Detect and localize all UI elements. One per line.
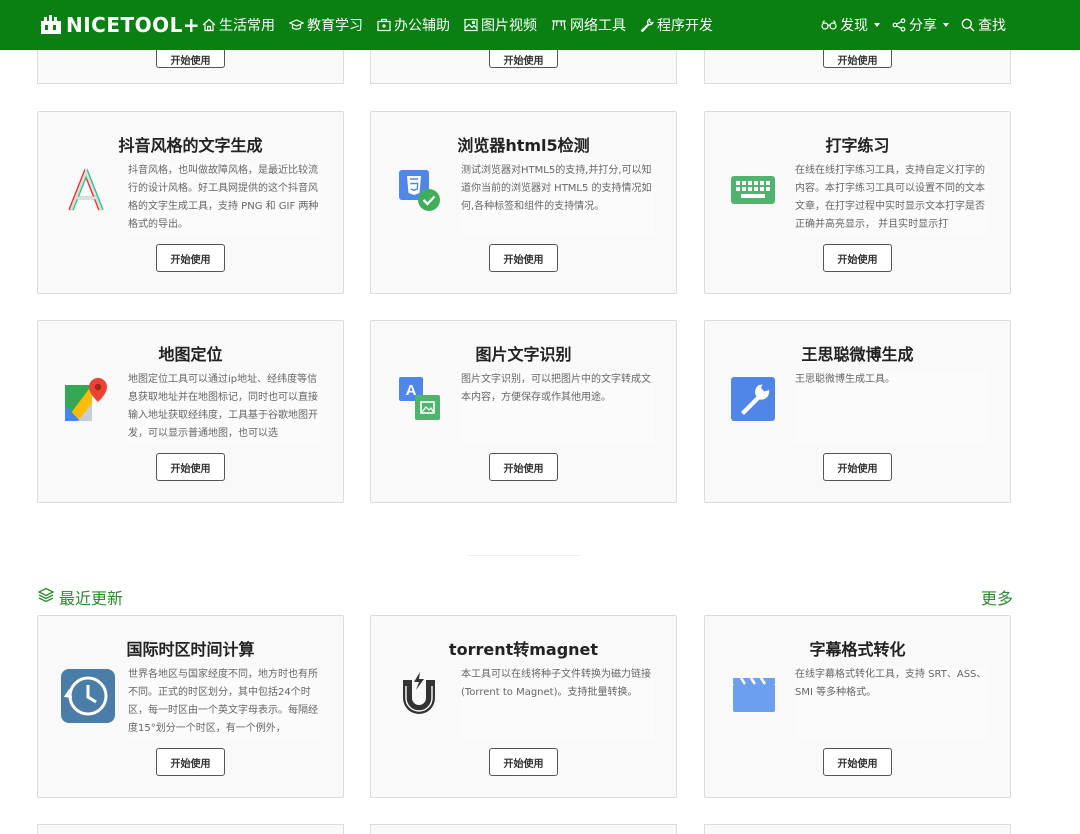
layers-icon	[37, 587, 55, 607]
card-description: 图片文字识别，可以把图片中的文字转成文本内容，方便保存或作其他用途。	[461, 371, 654, 443]
tool-card-partial	[704, 824, 1011, 834]
card-description: 王思聪微博生成工具。	[795, 371, 988, 443]
share-icon	[892, 18, 906, 32]
graduation-cap-icon	[289, 18, 304, 32]
card-description: 世界各地区与国家经度不同，地方时也有所不同。正式的时区划分，其中包括24个时区，…	[128, 666, 321, 738]
magnet-icon	[395, 670, 443, 718]
map-pin-icon	[62, 375, 110, 423]
card-description: 在线字幕格式转化工具，支持 SRT、ASS、SMI 等多种格式。	[795, 666, 988, 738]
card-title: 国际时区时间计算	[126, 640, 255, 659]
start-button[interactable]: 开始使用	[823, 48, 892, 68]
start-button[interactable]: 开始使用	[156, 244, 225, 272]
image-text-icon: A	[395, 375, 443, 423]
keyboard-icon	[729, 166, 777, 214]
nav-item-media[interactable]: 图片视频	[464, 15, 537, 35]
nav-search[interactable]: 查找	[961, 15, 1006, 35]
card-title: 图片文字识别	[475, 345, 572, 364]
main-nav: 生活常用 教育学习 办公辅助 图片视频 网络工具 程序开发	[202, 0, 713, 50]
glitch-letter-a-icon	[62, 166, 110, 214]
briefcase-icon	[377, 18, 391, 32]
card-title: 字幕格式转化	[809, 640, 906, 659]
tool-card-partial: 开始使用	[704, 48, 1011, 84]
nav-item-education[interactable]: 教育学习	[289, 15, 363, 35]
clock-icon	[60, 668, 116, 724]
tool-card-partial: 开始使用	[37, 48, 344, 84]
start-button[interactable]: 开始使用	[823, 453, 892, 481]
clapperboard-icon	[729, 670, 777, 718]
nav-item-office[interactable]: 办公辅助	[377, 15, 450, 35]
start-button[interactable]: 开始使用	[489, 244, 558, 272]
logo-icon	[40, 15, 62, 35]
svg-text:A: A	[406, 382, 417, 399]
start-button[interactable]: 开始使用	[489, 453, 558, 481]
tool-card-partial: 开始使用	[370, 48, 677, 84]
nav-item-life[interactable]: 生活常用	[202, 15, 275, 35]
caret-down-icon	[943, 23, 949, 27]
start-button[interactable]: 开始使用	[156, 748, 225, 776]
tool-card-torrent-magnet[interactable]: torrent转magnet 本工具可以在线将种子文件转换为磁力链接(Torre…	[370, 615, 677, 798]
nav-item-network[interactable]: 网络工具	[551, 15, 626, 35]
right-nav: 发现 分享 查找	[821, 0, 1006, 50]
section-divider	[469, 555, 579, 556]
nav-share-dropdown[interactable]: 分享	[892, 15, 949, 35]
network-icon	[551, 18, 567, 32]
html5-check-icon	[395, 166, 443, 214]
tool-card-timezone[interactable]: 国际时区时间计算 世界各地区与国家经度不同，地方时也有所不同。正式的时区划分，其…	[37, 615, 344, 798]
card-title: 浏览器html5检测	[457, 136, 590, 155]
tool-card-html5-check[interactable]: 浏览器html5检测 测试浏览器对HTML5的支持,并打分,可以知道你当前的浏览…	[370, 111, 677, 294]
tool-card-ocr[interactable]: 图片文字识别 A 图片文字识别，可以把图片中的文字转成文本内容，方便保存或作其他…	[370, 320, 677, 503]
start-button[interactable]: 开始使用	[489, 48, 558, 68]
nav-item-dev[interactable]: 程序开发	[640, 15, 713, 35]
start-button[interactable]: 开始使用	[489, 748, 558, 776]
card-description: 测试浏览器对HTML5的支持,并打分,可以知道你当前的浏览器对 HTML5 的支…	[461, 162, 654, 234]
card-description: 本工具可以在线将种子文件转换为磁力链接(Torrent to Magnet)。支…	[461, 666, 654, 738]
card-description: 抖音风格，也叫做故障风格，是最近比较流行的设计风格。好工具网提供的这个抖音风格的…	[128, 162, 321, 234]
card-title: 地图定位	[158, 345, 223, 364]
caret-down-icon	[874, 23, 880, 27]
start-button[interactable]: 开始使用	[156, 48, 225, 68]
wrench-icon	[729, 375, 777, 423]
brand-logo[interactable]: NICETOOL+	[40, 0, 200, 50]
tool-card-map-location[interactable]: 地图定位 地图定位工具可以通过ip地址、经纬度等信息获取地址并在地图标记，同时也…	[37, 320, 344, 503]
home-icon	[202, 18, 216, 32]
nav-discover-dropdown[interactable]: 发现	[821, 15, 880, 35]
tool-card-typing[interactable]: 打字练习 在线在线打字练习工具，支持自定义打字的内容。本打字练习工具可以设置不同…	[704, 111, 1011, 294]
start-button[interactable]: 开始使用	[156, 453, 225, 481]
brand-name: NICETOOL+	[66, 13, 201, 37]
glasses-icon	[821, 19, 837, 31]
more-link[interactable]: 更多	[981, 585, 1013, 609]
wrench-icon	[640, 18, 654, 32]
card-title: torrent转magnet	[448, 640, 599, 659]
tool-card-subtitle-convert[interactable]: 字幕格式转化 在线字幕格式转化工具，支持 SRT、ASS、SMI 等多种格式。 …	[704, 615, 1011, 798]
card-title: 王思聪微博生成	[801, 345, 914, 364]
start-button[interactable]: 开始使用	[823, 748, 892, 776]
card-title: 抖音风格的文字生成	[118, 136, 263, 155]
tool-card-weibo-generator[interactable]: 王思聪微博生成 王思聪微博生成工具。 开始使用	[704, 320, 1011, 503]
tool-card-douyin-text[interactable]: 抖音风格的文字生成 抖音风格，也叫做故障风格，是最近比较流行的设计风格。好工具网…	[37, 111, 344, 294]
tool-card-partial	[37, 824, 344, 834]
start-button[interactable]: 开始使用	[823, 244, 892, 272]
recent-updates-heading: 最近更新	[37, 585, 123, 609]
image-icon	[464, 18, 478, 32]
card-title: 打字练习	[825, 136, 890, 155]
card-description: 地图定位工具可以通过ip地址、经纬度等信息获取地址并在地图标记，同时也可以直接输…	[128, 371, 321, 443]
tool-card-partial	[370, 824, 677, 834]
top-navbar: NICETOOL+ 生活常用 教育学习 办公辅助 图片视频 网络工具 程序开发 …	[0, 0, 1080, 50]
card-description: 在线在线打字练习工具，支持自定义打字的内容。本打字练习工具可以设置不同的文本文章…	[795, 162, 988, 234]
search-icon	[961, 18, 975, 32]
